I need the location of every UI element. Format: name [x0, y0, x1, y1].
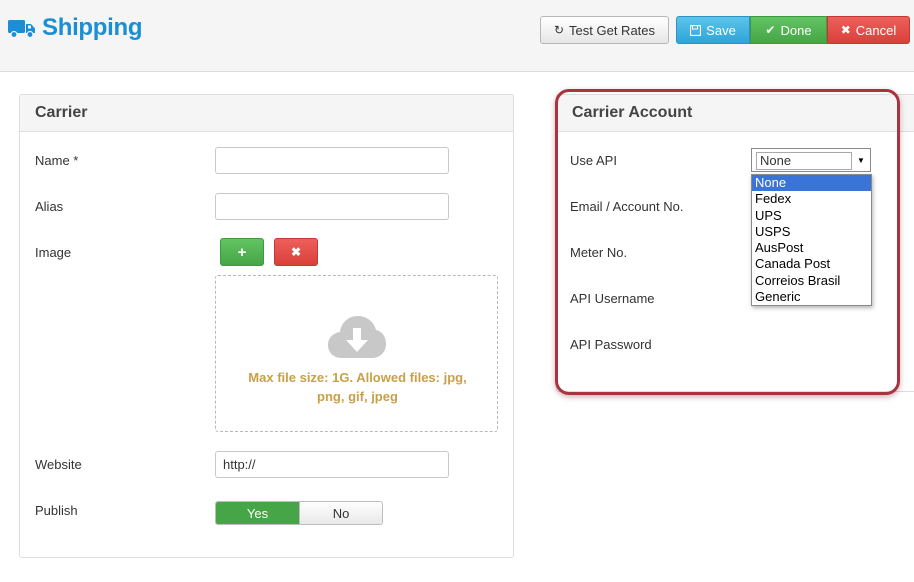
email-account-label: Email / Account No. [570, 199, 684, 214]
page-header: Shipping ↻ Test Get Rates Save ✔ Done ✖ … [0, 0, 914, 72]
test-get-rates-label: Test Get Rates [569, 22, 656, 38]
publish-label: Publish [35, 503, 78, 518]
save-label: Save [706, 22, 736, 38]
truck-icon [8, 20, 35, 39]
cancel-button[interactable]: ✖ Cancel [827, 16, 910, 44]
name-label: Name * [35, 153, 79, 168]
use-api-option[interactable]: UPS [752, 208, 871, 224]
publish-toggle: Yes No [215, 501, 383, 525]
cancel-label: Cancel [855, 22, 897, 38]
page-title: Shipping [42, 14, 143, 41]
website-label: Website [35, 457, 82, 472]
floppy-icon [690, 24, 702, 36]
alias-label: Alias [35, 199, 64, 214]
website-input[interactable] [215, 451, 449, 478]
use-api-select[interactable]: None ▼ [751, 148, 871, 172]
carrier-panel-title: Carrier [20, 95, 513, 132]
image-label: Image [35, 245, 72, 260]
test-get-rates-button[interactable]: ↻ Test Get Rates [540, 16, 669, 44]
use-api-option[interactable]: Canada Post [752, 256, 871, 272]
publish-no-button[interactable]: No [299, 502, 382, 524]
publish-yes-button[interactable]: Yes [216, 502, 299, 524]
done-button[interactable]: ✔ Done [750, 16, 827, 44]
use-api-option[interactable]: AusPost [752, 240, 871, 256]
chevron-down-icon: ▼ [857, 155, 865, 165]
add-image-button[interactable]: + [220, 238, 264, 266]
api-password-label: API Password [570, 337, 652, 352]
alias-input[interactable] [215, 193, 449, 220]
plus-icon: + [237, 243, 247, 261]
use-api-option[interactable]: Correios Brasil [752, 273, 871, 289]
use-api-option[interactable]: Fedex [752, 191, 871, 207]
use-api-option[interactable]: None [752, 175, 871, 192]
close-icon: ✖ [840, 23, 851, 37]
save-button[interactable]: Save [676, 16, 750, 44]
refresh-icon: ↻ [553, 23, 565, 37]
use-api-options-list: None Fedex UPS USPS AusPost Canada Post … [751, 174, 872, 306]
name-input[interactable] [215, 147, 449, 174]
cloud-download-icon [328, 316, 386, 358]
use-api-selected-value: None [756, 152, 852, 170]
api-username-label: API Username [570, 291, 655, 306]
title-wrap: Shipping [8, 14, 143, 42]
meter-no-label: Meter No. [570, 245, 628, 260]
dropzone-text: Max file size: 1G. Allowed files: jpg, p… [248, 370, 467, 404]
close-icon: ✖ [290, 245, 302, 259]
remove-image-button[interactable]: ✖ [274, 238, 318, 266]
use-api-label: Use API [570, 153, 617, 168]
use-api-option[interactable]: Generic [752, 289, 871, 305]
image-dropzone[interactable]: Max file size: 1G. Allowed files: jpg, p… [215, 275, 498, 432]
done-label: Done [780, 22, 812, 38]
carrier-account-panel-title: Carrier Account [557, 95, 914, 132]
use-api-option[interactable]: USPS [752, 224, 871, 240]
check-icon: ✔ [765, 23, 776, 37]
